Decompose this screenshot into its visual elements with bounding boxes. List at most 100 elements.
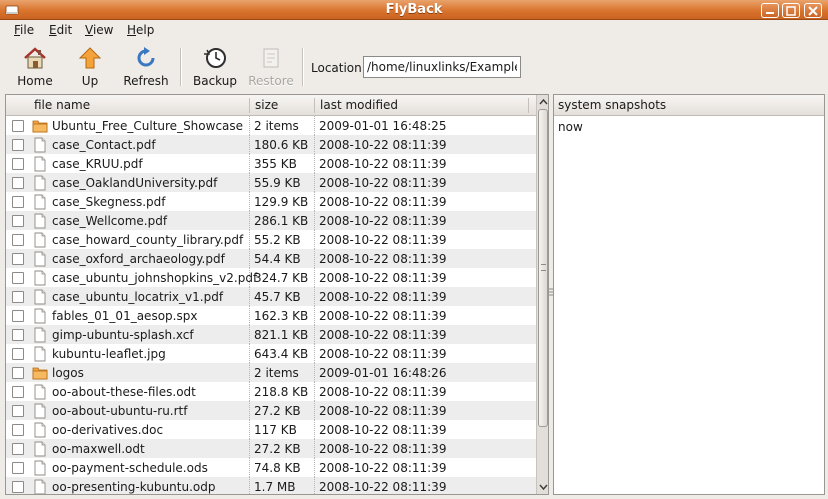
document-icon <box>34 327 46 343</box>
scroll-down-icon[interactable] <box>538 481 549 493</box>
restore-icon <box>263 48 279 68</box>
refresh-button[interactable]: Refresh <box>122 46 170 90</box>
file-size: 117 KB <box>254 423 297 437</box>
column-size[interactable]: size <box>255 98 278 112</box>
file-modified: 2008-10-22 08:11:39 <box>319 404 447 418</box>
row-checkbox[interactable] <box>12 310 24 322</box>
column-dotted-divider <box>249 382 250 401</box>
row-checkbox[interactable] <box>12 215 24 227</box>
menu-view[interactable]: View <box>85 23 113 37</box>
row-checkbox[interactable] <box>12 234 24 246</box>
row-checkbox[interactable] <box>12 424 24 436</box>
row-checkbox[interactable] <box>12 462 24 474</box>
backup-button[interactable]: Backup <box>192 46 238 90</box>
scrollbar-thumb[interactable] <box>538 109 548 427</box>
row-checkbox[interactable] <box>12 177 24 189</box>
table-row[interactable]: gimp-ubuntu-splash.xcf 821.1 KB 2008-10-22… <box>6 325 536 344</box>
table-row[interactable]: case_Wellcome.pdf 286.1 KB 2008-10-22 08:1… <box>6 211 536 230</box>
file-name: case_ubuntu_locatrix_v1.pdf <box>52 290 224 304</box>
file-modified: 2008-10-22 08:11:39 <box>319 271 447 285</box>
file-list-scrollbar[interactable] <box>536 95 549 494</box>
table-row[interactable]: case_KRUU.pdf 355 KB 2008-10-22 08:11:39 <box>6 154 536 173</box>
row-checkbox[interactable] <box>12 386 24 398</box>
column-file-name[interactable]: file name <box>34 98 90 112</box>
file-modified: 2008-10-22 08:11:39 <box>319 328 447 342</box>
file-modified: 2008-10-22 08:11:39 <box>319 480 447 494</box>
row-checkbox[interactable] <box>12 348 24 360</box>
row-checkbox[interactable] <box>12 158 24 170</box>
column-dotted-divider <box>249 325 250 344</box>
file-size: 27.2 KB <box>254 442 301 456</box>
file-modified: 2008-10-22 08:11:39 <box>319 195 447 209</box>
menu-edit[interactable]: Edit <box>49 23 72 37</box>
file-size: 54.4 KB <box>254 252 301 266</box>
minimize-button[interactable] <box>761 3 779 18</box>
column-divider[interactable] <box>249 98 250 113</box>
title-bar: FlyBack <box>0 0 828 20</box>
file-modified: 2008-10-22 08:11:39 <box>319 157 447 171</box>
table-row[interactable]: case_Contact.pdf 180.6 KB 2008-10-22 08:11… <box>6 135 536 154</box>
table-row[interactable]: oo-maxwell.odt 27.2 KB 2008-10-22 08:11:39 <box>6 439 536 458</box>
snapshot-item-now[interactable]: now <box>558 120 583 134</box>
location-label: Location: <box>311 61 366 75</box>
restore-button[interactable]: Restore <box>247 46 295 90</box>
table-row[interactable]: oo-about-ubuntu-ru.rtf 27.2 KB 2008-10-22 … <box>6 401 536 420</box>
row-checkbox[interactable] <box>12 272 24 284</box>
column-dotted-divider <box>249 439 250 458</box>
menu-help-label: elp <box>136 23 155 37</box>
column-divider[interactable] <box>528 98 529 113</box>
table-row[interactable]: case_ubuntu_locatrix_v1.pdf 45.7 KB 2008-1… <box>6 287 536 306</box>
table-row[interactable]: case_ubuntu_johnshopkins_v2.pdf 324.7 KB 2… <box>6 268 536 287</box>
row-checkbox[interactable] <box>12 196 24 208</box>
table-row[interactable]: oo-presenting-kubuntu.odp 1.7 MB 2008-10-2… <box>6 477 536 494</box>
table-row[interactable]: logos 2 items 2009-01-01 16:48:26 <box>6 363 536 382</box>
row-checkbox[interactable] <box>12 443 24 455</box>
toolbar-separator <box>302 48 304 86</box>
file-name: case_OaklandUniversity.pdf <box>52 176 218 190</box>
menu-view-mnemonic: V <box>85 23 93 37</box>
row-checkbox[interactable] <box>12 481 24 493</box>
table-row[interactable]: Ubuntu_Free_Culture_Showcase 2 items 2009-… <box>6 116 536 135</box>
file-size: 821.1 KB <box>254 328 309 342</box>
up-button[interactable]: Up <box>76 46 104 90</box>
table-row[interactable]: fables_01_01_aesop.spx 162.3 KB 2008-10-22… <box>6 306 536 325</box>
menu-help[interactable]: Help <box>127 23 154 37</box>
column-dotted-divider <box>249 420 250 439</box>
row-checkbox[interactable] <box>12 291 24 303</box>
file-modified: 2008-10-22 08:11:39 <box>319 442 447 456</box>
document-icon <box>34 422 46 438</box>
row-checkbox[interactable] <box>12 367 24 379</box>
row-checkbox[interactable] <box>12 253 24 265</box>
close-button[interactable] <box>804 3 822 18</box>
home-button[interactable]: Home <box>14 46 56 90</box>
menu-file[interactable]: File <box>14 23 34 37</box>
document-icon <box>34 346 46 362</box>
column-last-modified[interactable]: last modified <box>320 98 398 112</box>
row-checkbox[interactable] <box>12 120 24 132</box>
table-row[interactable]: oo-payment-schedule.ods 74.8 KB 2008-10-22… <box>6 458 536 477</box>
table-row[interactable]: kubuntu-leaflet.jpg 643.4 KB 2008-10-22 08… <box>6 344 536 363</box>
column-dotted-divider <box>314 420 315 439</box>
table-row[interactable]: case_OaklandUniversity.pdf 55.9 KB 2008-10… <box>6 173 536 192</box>
column-dotted-divider <box>314 306 315 325</box>
table-row[interactable]: case_Skegness.pdf 129.9 KB 2008-10-22 08:1… <box>6 192 536 211</box>
maximize-button[interactable] <box>782 3 800 18</box>
file-modified: 2008-10-22 08:11:39 <box>319 290 447 304</box>
file-name: case_Contact.pdf <box>52 138 156 152</box>
document-icon <box>34 308 46 324</box>
document-icon <box>34 175 46 191</box>
column-system-snapshots[interactable]: system snapshots <box>558 98 666 112</box>
table-row[interactable]: case_howard_county_library.pdf 55.2 KB 200… <box>6 230 536 249</box>
scroll-up-icon[interactable] <box>538 96 549 108</box>
folder-icon <box>32 120 48 133</box>
row-checkbox[interactable] <box>12 139 24 151</box>
location-input[interactable] <box>363 56 521 78</box>
table-row[interactable]: case_oxford_archaeology.pdf 54.4 KB 2008-1… <box>6 249 536 268</box>
row-checkbox[interactable] <box>12 329 24 341</box>
table-row[interactable]: oo-derivatives.doc 117 KB 2008-10-22 08:11… <box>6 420 536 439</box>
column-dotted-divider <box>249 363 250 382</box>
row-checkbox[interactable] <box>12 405 24 417</box>
column-divider[interactable] <box>314 98 315 113</box>
table-row[interactable]: oo-about-these-files.odt 218.8 KB 2008-10-… <box>6 382 536 401</box>
column-dotted-divider <box>314 477 315 494</box>
